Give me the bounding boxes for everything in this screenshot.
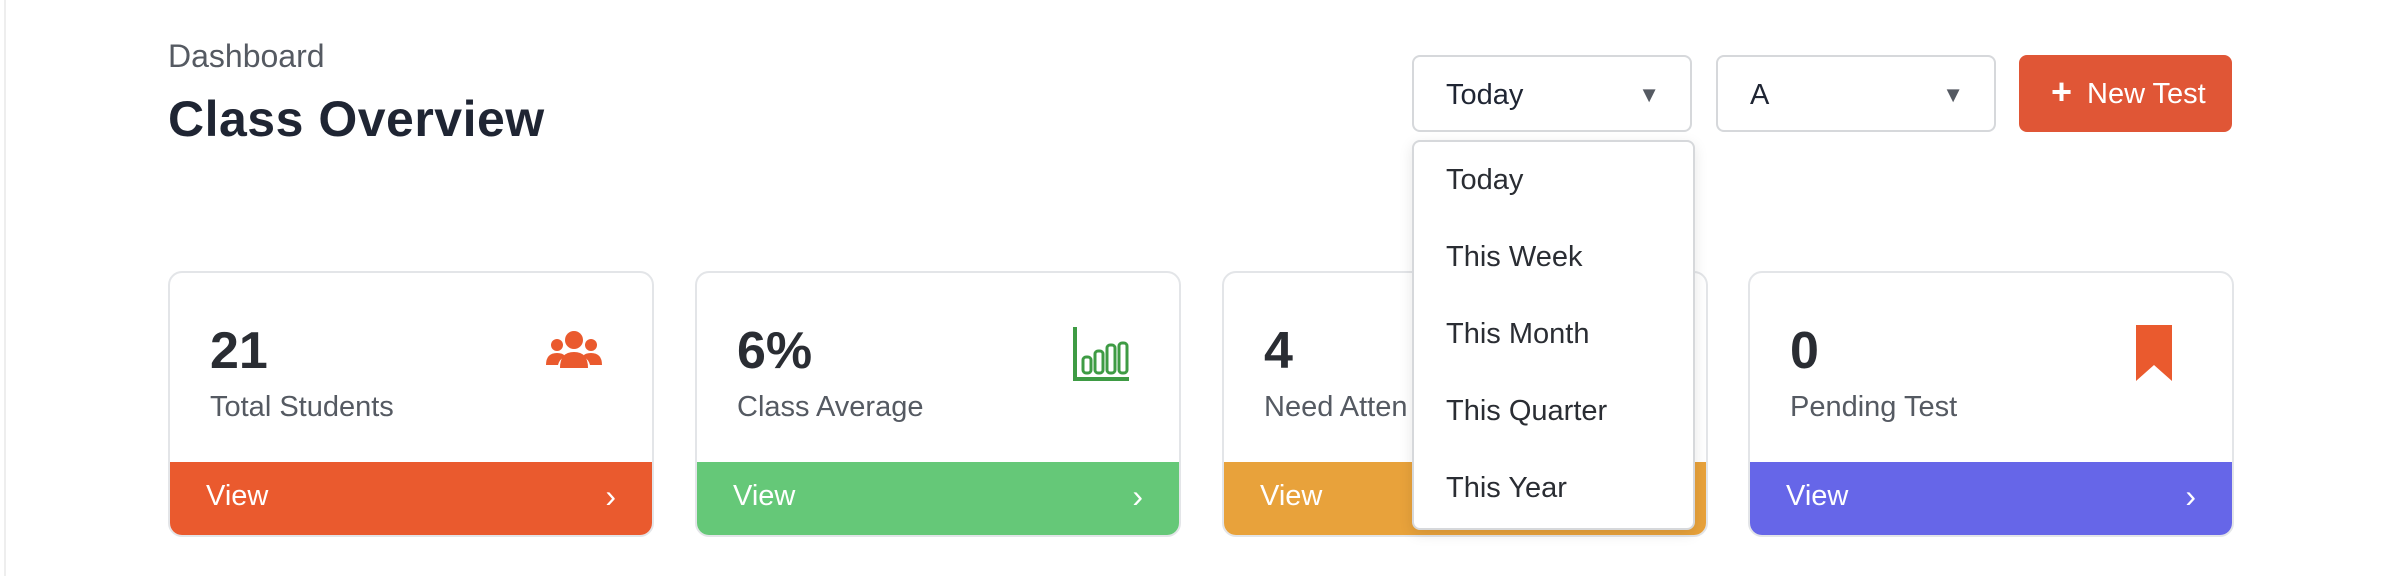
view-label: View	[206, 480, 269, 512]
users-icon	[544, 323, 604, 383]
view-label: View	[733, 480, 796, 512]
period-option-this-week[interactable]: This Week	[1446, 241, 1582, 274]
stat-caption: Class Average	[737, 391, 924, 423]
section-select-value: A	[1750, 79, 1770, 111]
view-footer-link[interactable]: View ›	[170, 462, 652, 535]
stat-card-class-average: 6% Class Average View ›	[695, 271, 1181, 537]
period-option-this-quarter[interactable]: This Quarter	[1446, 395, 1607, 428]
bookmark-icon	[2124, 323, 2184, 383]
view-label: View	[1260, 480, 1323, 512]
stat-value: 0	[1790, 322, 1819, 380]
stat-caption: Need Atten	[1264, 391, 1408, 423]
new-test-label: New Test	[2087, 78, 2206, 110]
stat-caption: Pending Test	[1790, 391, 1958, 423]
page-title: Class Overview	[168, 91, 545, 147]
stat-card-total-students: 21 Total Students View ›	[168, 271, 654, 537]
stat-value: 21	[210, 322, 268, 380]
section-select[interactable]: A ▼	[1716, 55, 1996, 132]
chevron-right-icon: ›	[2185, 478, 2196, 514]
view-label: View	[1786, 480, 1849, 512]
caret-down-icon: ▼	[1942, 82, 1964, 107]
period-option-today[interactable]: Today	[1446, 164, 1523, 197]
page-border	[4, 0, 6, 576]
stat-caption: Total Students	[210, 391, 394, 423]
period-select[interactable]: Today ▼	[1412, 55, 1692, 132]
view-footer-link[interactable]: View ›	[1750, 462, 2232, 535]
plus-icon: +	[2051, 71, 2073, 112]
caret-down-icon: ▼	[1638, 82, 1660, 107]
period-option-this-month[interactable]: This Month	[1446, 318, 1589, 351]
period-dropdown-menu: Today This Week This Month This Quarter …	[1412, 140, 1695, 530]
view-footer-link[interactable]: View ›	[697, 462, 1179, 535]
breadcrumb: Dashboard	[168, 38, 325, 74]
new-test-button[interactable]: + New Test	[2019, 55, 2232, 132]
stat-value: 6%	[737, 322, 813, 380]
chevron-right-icon: ›	[605, 478, 616, 514]
period-select-value: Today	[1446, 79, 1524, 111]
stat-card-pending-test: 0 Pending Test View ›	[1748, 271, 2234, 537]
period-option-this-year[interactable]: This Year	[1446, 472, 1567, 505]
bar-chart-icon	[1071, 323, 1131, 383]
chevron-right-icon: ›	[1132, 478, 1143, 514]
stat-value: 4	[1264, 322, 1293, 380]
